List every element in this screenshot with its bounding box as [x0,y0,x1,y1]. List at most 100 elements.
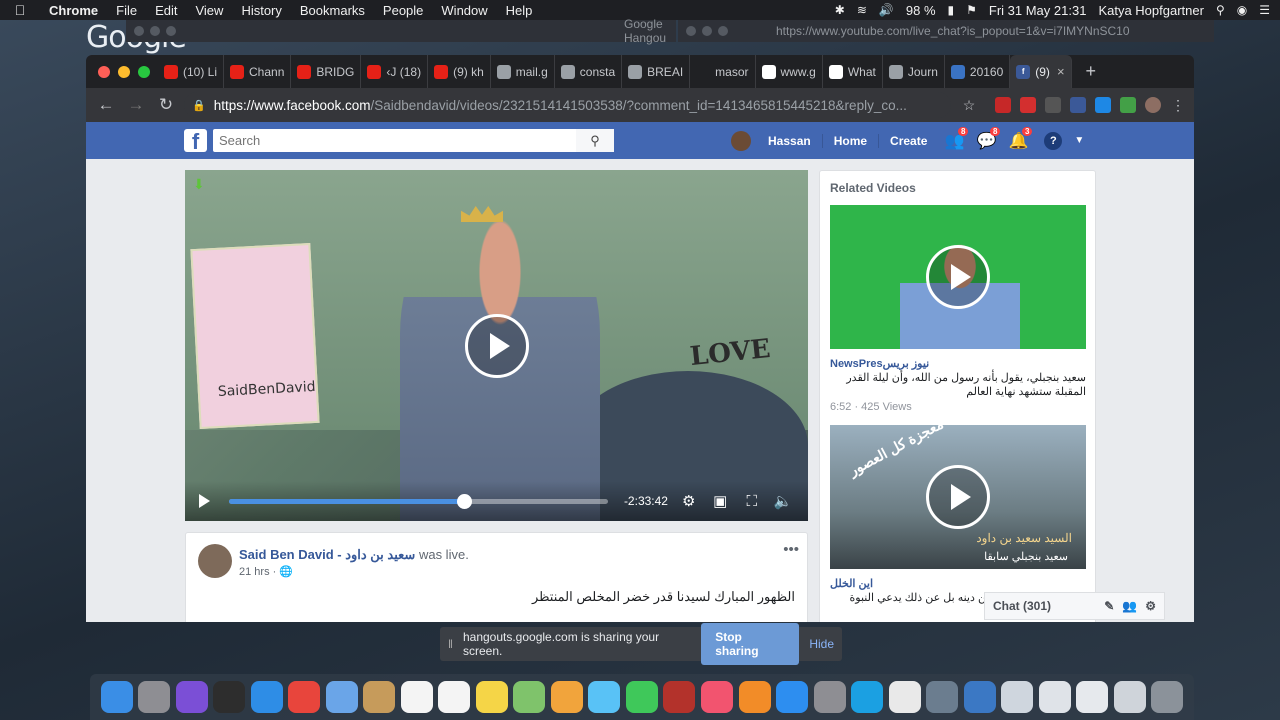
maps-icon[interactable] [513,681,546,713]
tab-6[interactable]: mail.g [491,55,555,88]
photobooth-icon[interactable] [663,681,696,713]
post-time[interactable]: 21 hrs [239,566,270,578]
bookmark-star-icon[interactable]: ☆ [957,93,981,117]
battery-percent[interactable]: 98 % [906,3,936,18]
video-progress-bar[interactable] [228,493,608,509]
screen-icon[interactable] [1113,681,1146,713]
related-video-thumbnail-1[interactable] [830,205,1086,349]
music-icon[interactable] [701,681,733,713]
folder-icon[interactable] [1001,681,1034,713]
menu-file[interactable]: File [107,3,146,18]
pip-icon[interactable]: ▣ [709,492,731,510]
hide-button[interactable]: Hide [809,637,834,651]
safari-icon[interactable] [250,681,283,713]
extension-red-icon[interactable] [1020,97,1036,113]
forward-icon[interactable]: → [124,93,148,117]
adblock-extension-icon[interactable] [995,97,1011,113]
related-play-icon-1[interactable] [926,245,990,309]
printer-icon[interactable] [1038,681,1071,713]
chat-bar[interactable]: Chat (301) ✎ 👥 ⚙ [984,592,1165,620]
bluetooth-icon[interactable]: ✱ [835,3,845,17]
skype-icon[interactable] [851,681,884,713]
fullscreen-icon[interactable]: ⛶ [741,493,763,510]
network-icon[interactable] [963,681,996,713]
finder-icon[interactable] [100,681,133,713]
tab-10[interactable]: www.g [756,55,823,88]
tab-7[interactable]: consta [555,55,623,88]
drag-handle-icon[interactable]: ‖ [448,637,453,651]
tab-8[interactable]: BREAI [622,55,691,88]
user-avatar[interactable] [731,130,751,151]
chat-compose-icon[interactable]: ✎ [1104,599,1114,613]
screenshot-icon[interactable] [926,681,959,713]
chat-settings-icon[interactable]: ⚙ [1145,599,1156,613]
friend-requests-icon[interactable]: 👥 8 [938,126,970,151]
siri-menubar-icon[interactable]: ◉ [1237,3,1247,17]
stickies-icon[interactable] [475,681,508,713]
calendar-icon[interactable] [400,681,433,713]
settings-icon[interactable] [813,681,846,713]
search-input[interactable] [219,133,579,148]
close-tab-icon[interactable]: × [1057,64,1065,79]
facebook-logo-icon[interactable]: f [184,129,207,154]
lock-icon[interactable]: 🔒 [192,99,206,112]
battery-icon[interactable]: ▮ [948,3,955,17]
menubar-datetime[interactable]: Fri 31 May 21:31 [989,3,1087,18]
menu-history[interactable]: History [232,3,290,18]
address-bar[interactable]: 🔒 https://www.facebook.com/Saidbendavid/… [184,92,951,118]
flag-icon[interactable]: ⚑ [966,3,977,17]
trash-icon[interactable] [1151,681,1184,713]
extension-blue-icon[interactable] [1095,97,1111,113]
tab-5[interactable]: (9) kh [428,55,491,88]
video-player[interactable]: SaidBenDavid LOVE ⬇ -2:33:42 ⚙ ▣ ⛶ 🔈 [185,170,808,521]
post-author-avatar[interactable] [198,544,232,578]
new-tab-button[interactable]: + [1072,61,1097,82]
volume-icon[interactable]: 🔈 [772,492,794,510]
tab-12[interactable]: Journ [883,55,945,88]
notifications-icon[interactable]: 🔔 3 [1002,126,1034,151]
nav-user-name[interactable]: Hassan [757,133,823,148]
activity-icon[interactable] [213,681,246,713]
tab-9[interactable]: masor [690,55,756,88]
post-more-icon[interactable]: ••• [783,541,799,558]
play-icon[interactable] [199,494,213,508]
chat-label[interactable]: Chat (301) [993,599,1051,613]
notes-icon[interactable] [363,681,396,713]
cast-extension-icon[interactable] [1045,97,1061,113]
photos-icon[interactable] [550,681,583,713]
chat-group-icon[interactable]: 👥 [1122,599,1137,613]
chrome-menu-icon[interactable]: ⋮ [1170,97,1186,113]
youtube-chat-window-titlebar[interactable]: https://www.youtube.com/live_chat?is_pop… [678,20,1214,42]
preview-icon[interactable] [325,681,358,713]
textedit-icon[interactable] [888,681,921,713]
related-video-source-1[interactable]: NewsPresنيوز بريس [830,357,929,370]
volume-icon[interactable]: 🔊 [879,3,894,17]
messenger-icon[interactable]: 💬 8 [970,126,1002,151]
menu-edit[interactable]: Edit [146,3,186,18]
tab-2[interactable]: Chann [224,55,292,88]
menu-people[interactable]: People [374,3,432,18]
tab-1[interactable]: (10) Li [158,55,225,88]
zoom-window-icon[interactable] [138,65,150,78]
tab-active[interactable]: f (9) × [1010,55,1072,88]
tab-13[interactable]: 20160 [945,55,1011,88]
reminders-icon[interactable] [438,681,471,713]
minimize-window-icon[interactable] [118,65,130,78]
download-arrow-icon[interactable]: ⬇ [193,176,205,193]
spotlight-icon[interactable]: ⚲ [1216,3,1225,17]
account-menu-chevron-icon[interactable]: ▼ [1074,135,1084,146]
download-extension-icon[interactable] [1120,97,1136,113]
related-play-icon-2[interactable] [926,465,990,529]
facebook-search[interactable]: ⚲ [213,129,614,152]
nav-create[interactable]: Create [879,134,938,148]
related-video-description-1[interactable]: سعيد بنجبلي، يقول بأنه رسول من الله، وأن… [830,371,1086,399]
tab-4[interactable]: ‹J (18) [361,55,429,88]
menu-bookmarks[interactable]: Bookmarks [291,3,374,18]
notification-center-icon[interactable]: ☰ [1259,3,1270,17]
tab-3[interactable]: BRIDG [291,55,362,88]
menu-window[interactable]: Window [432,3,496,18]
menubar-user[interactable]: Katya Hopfgartner [1098,3,1204,18]
stop-sharing-button[interactable]: Stop sharing [701,623,800,665]
chrome-icon[interactable] [288,681,321,713]
messages-icon[interactable] [588,681,621,713]
